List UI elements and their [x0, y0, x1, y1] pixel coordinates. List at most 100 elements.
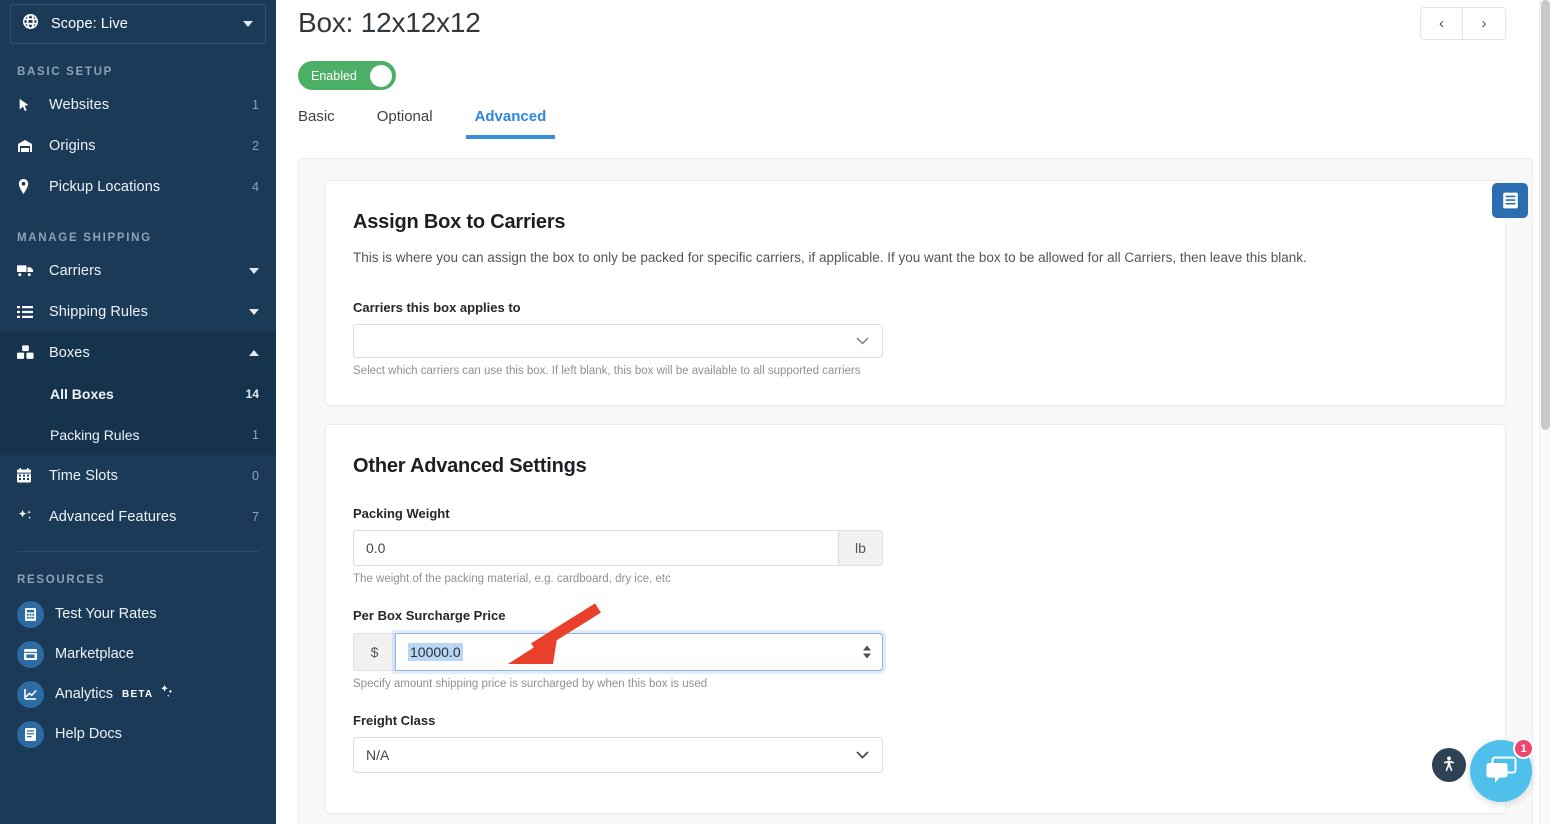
surcharge-input[interactable]: 10000.0: [395, 633, 883, 671]
sidebar-item-label: Advanced Features: [49, 509, 252, 525]
packing-weight-input[interactable]: [353, 530, 839, 566]
freight-class-select[interactable]: N/A: [353, 737, 883, 773]
tab-bar: Basic Optional Advanced: [298, 108, 588, 139]
list-icon: [17, 305, 40, 319]
carriers-select[interactable]: [353, 324, 883, 358]
sidebar-item-label: Pickup Locations: [49, 179, 252, 195]
sidebar-item-shipping-rules[interactable]: Shipping Rules: [0, 291, 276, 332]
chat-unread-badge: 1: [1513, 738, 1534, 759]
sidebar-item-help-docs[interactable]: Help Docs: [0, 714, 276, 754]
truck-icon: [17, 264, 40, 278]
sidebar-item-label: Shipping Rules: [49, 304, 249, 320]
sidebar-item-label: Marketplace: [55, 646, 134, 662]
sidebar-item-count: 7: [252, 510, 259, 524]
book-icon: [17, 721, 44, 748]
scope-selector[interactable]: Scope: Live: [10, 4, 266, 44]
carriers-field-label: Carriers this box applies to: [353, 300, 1478, 315]
sidebar-item-pickup-locations[interactable]: Pickup Locations 4: [0, 166, 276, 207]
stepper-up-icon[interactable]: [863, 646, 871, 651]
sidebar-item-label: Websites: [49, 97, 252, 113]
globe-icon: [23, 14, 38, 34]
sidebar-subitem-count: 1: [252, 428, 259, 442]
sparkle-icon: [160, 685, 174, 703]
freight-class-label: Freight Class: [353, 713, 1478, 728]
book-icon: [1502, 192, 1519, 209]
stepper-down-icon[interactable]: [863, 654, 871, 659]
tab-basic[interactable]: Basic: [298, 108, 335, 139]
analytics-beta-badge: BETA: [122, 689, 153, 700]
calendar-icon: [17, 468, 40, 483]
main-content: Box: 12x12x12 ‹ › Enabled Basic Optional…: [276, 0, 1550, 824]
sidebar-section-title-manage: MANAGE SHIPPING: [0, 232, 276, 244]
packing-weight-group: lb: [353, 530, 883, 566]
scrollbar-thumb[interactable]: [1541, 0, 1550, 430]
chevron-down-icon: [249, 309, 259, 315]
sidebar-item-count: 4: [252, 180, 259, 194]
sidebar-item-label: Analytics: [55, 686, 113, 702]
sidebar-item-carriers[interactable]: Carriers: [0, 250, 276, 291]
surcharge-group: $ 10000.0: [353, 633, 883, 671]
sidebar-subitem-packing-rules[interactable]: Packing Rules 1: [0, 414, 276, 455]
sidebar-divider: [17, 551, 259, 552]
sidebar: Scope: Live BASIC SETUP Websites 1 Origi…: [0, 0, 276, 824]
toggle-knob: [370, 65, 392, 87]
sidebar-item-test-your-rates[interactable]: Test Your Rates: [0, 594, 276, 634]
magic-wand-icon: [17, 509, 40, 524]
warehouse-icon: [17, 138, 40, 154]
packing-weight-unit: lb: [839, 530, 883, 566]
sidebar-section-title-basic: BASIC SETUP: [0, 66, 276, 78]
sidebar-item-time-slots[interactable]: Time Slots 0: [0, 455, 276, 496]
next-record-button[interactable]: ›: [1463, 8, 1505, 39]
page-title: Box: 12x12x12: [298, 7, 481, 39]
chart-line-icon: [17, 681, 44, 708]
enabled-toggle[interactable]: Enabled: [298, 61, 396, 90]
map-pin-icon: [17, 179, 40, 194]
chevron-up-icon: [249, 350, 259, 356]
sidebar-item-label: Help Docs: [55, 726, 122, 742]
sidebar-item-boxes[interactable]: Boxes: [0, 332, 276, 373]
sidebar-subitem-label: All Boxes: [50, 386, 246, 402]
sidebar-item-websites[interactable]: Websites 1: [0, 84, 276, 125]
surcharge-help: Specify amount shipping price is surchar…: [353, 678, 1478, 690]
chat-bubbles-icon: [1485, 756, 1517, 786]
surcharge-currency-prefix: $: [353, 633, 395, 671]
boxes-icon: [17, 345, 40, 360]
card-description: This is where you can assign the box to …: [353, 248, 1478, 268]
record-pager: ‹ ›: [1420, 7, 1506, 40]
app-root: Scope: Live BASIC SETUP Websites 1 Origi…: [0, 0, 1550, 824]
surcharge-stepper[interactable]: [863, 646, 871, 659]
boxes-subnav: All Boxes 14 Packing Rules 1: [0, 373, 276, 455]
cursor-icon: [17, 98, 40, 112]
documentation-tab-button[interactable]: [1492, 183, 1528, 218]
sidebar-item-count: 0: [252, 469, 259, 483]
chat-widget-button[interactable]: 1: [1470, 740, 1532, 802]
sidebar-item-label: Carriers: [49, 263, 249, 279]
sidebar-subitem-count: 14: [246, 387, 259, 401]
tab-optional[interactable]: Optional: [377, 108, 433, 139]
surcharge-label: Per Box Surcharge Price: [353, 608, 1478, 623]
card-heading: Other Advanced Settings: [353, 455, 1478, 478]
freight-class-value: N/A: [366, 747, 389, 763]
previous-record-button[interactable]: ‹: [1421, 8, 1463, 39]
page-scrollbar[interactable]: [1539, 0, 1550, 824]
tab-advanced[interactable]: Advanced: [475, 108, 547, 139]
sidebar-subitem-all-boxes[interactable]: All Boxes 14: [0, 373, 276, 414]
sidebar-item-count: 2: [252, 139, 259, 153]
scope-label: Scope: Live: [51, 16, 243, 32]
sidebar-item-advanced-features[interactable]: Advanced Features 7: [0, 496, 276, 537]
sidebar-item-marketplace[interactable]: Marketplace: [0, 634, 276, 674]
other-advanced-settings-card: Other Advanced Settings Packing Weight l…: [325, 424, 1506, 814]
chevron-down-icon: [856, 748, 869, 762]
chevron-down-icon: [249, 268, 259, 274]
chevron-down-icon: [243, 21, 253, 27]
carriers-field-help: Select which carriers can use this box. …: [353, 365, 1478, 377]
surcharge-input-value: 10000.0: [408, 643, 463, 661]
sidebar-item-label: Test Your Rates: [55, 606, 157, 622]
accessibility-button[interactable]: [1432, 748, 1466, 782]
assign-box-to-carriers-card: Assign Box to Carriers This is where you…: [325, 180, 1506, 406]
sidebar-item-origins[interactable]: Origins 2: [0, 125, 276, 166]
sidebar-item-count: 1: [252, 98, 259, 112]
sidebar-subitem-label: Packing Rules: [50, 427, 252, 443]
accessibility-icon: [1439, 755, 1459, 775]
sidebar-item-analytics[interactable]: Analytics BETA: [0, 674, 276, 714]
